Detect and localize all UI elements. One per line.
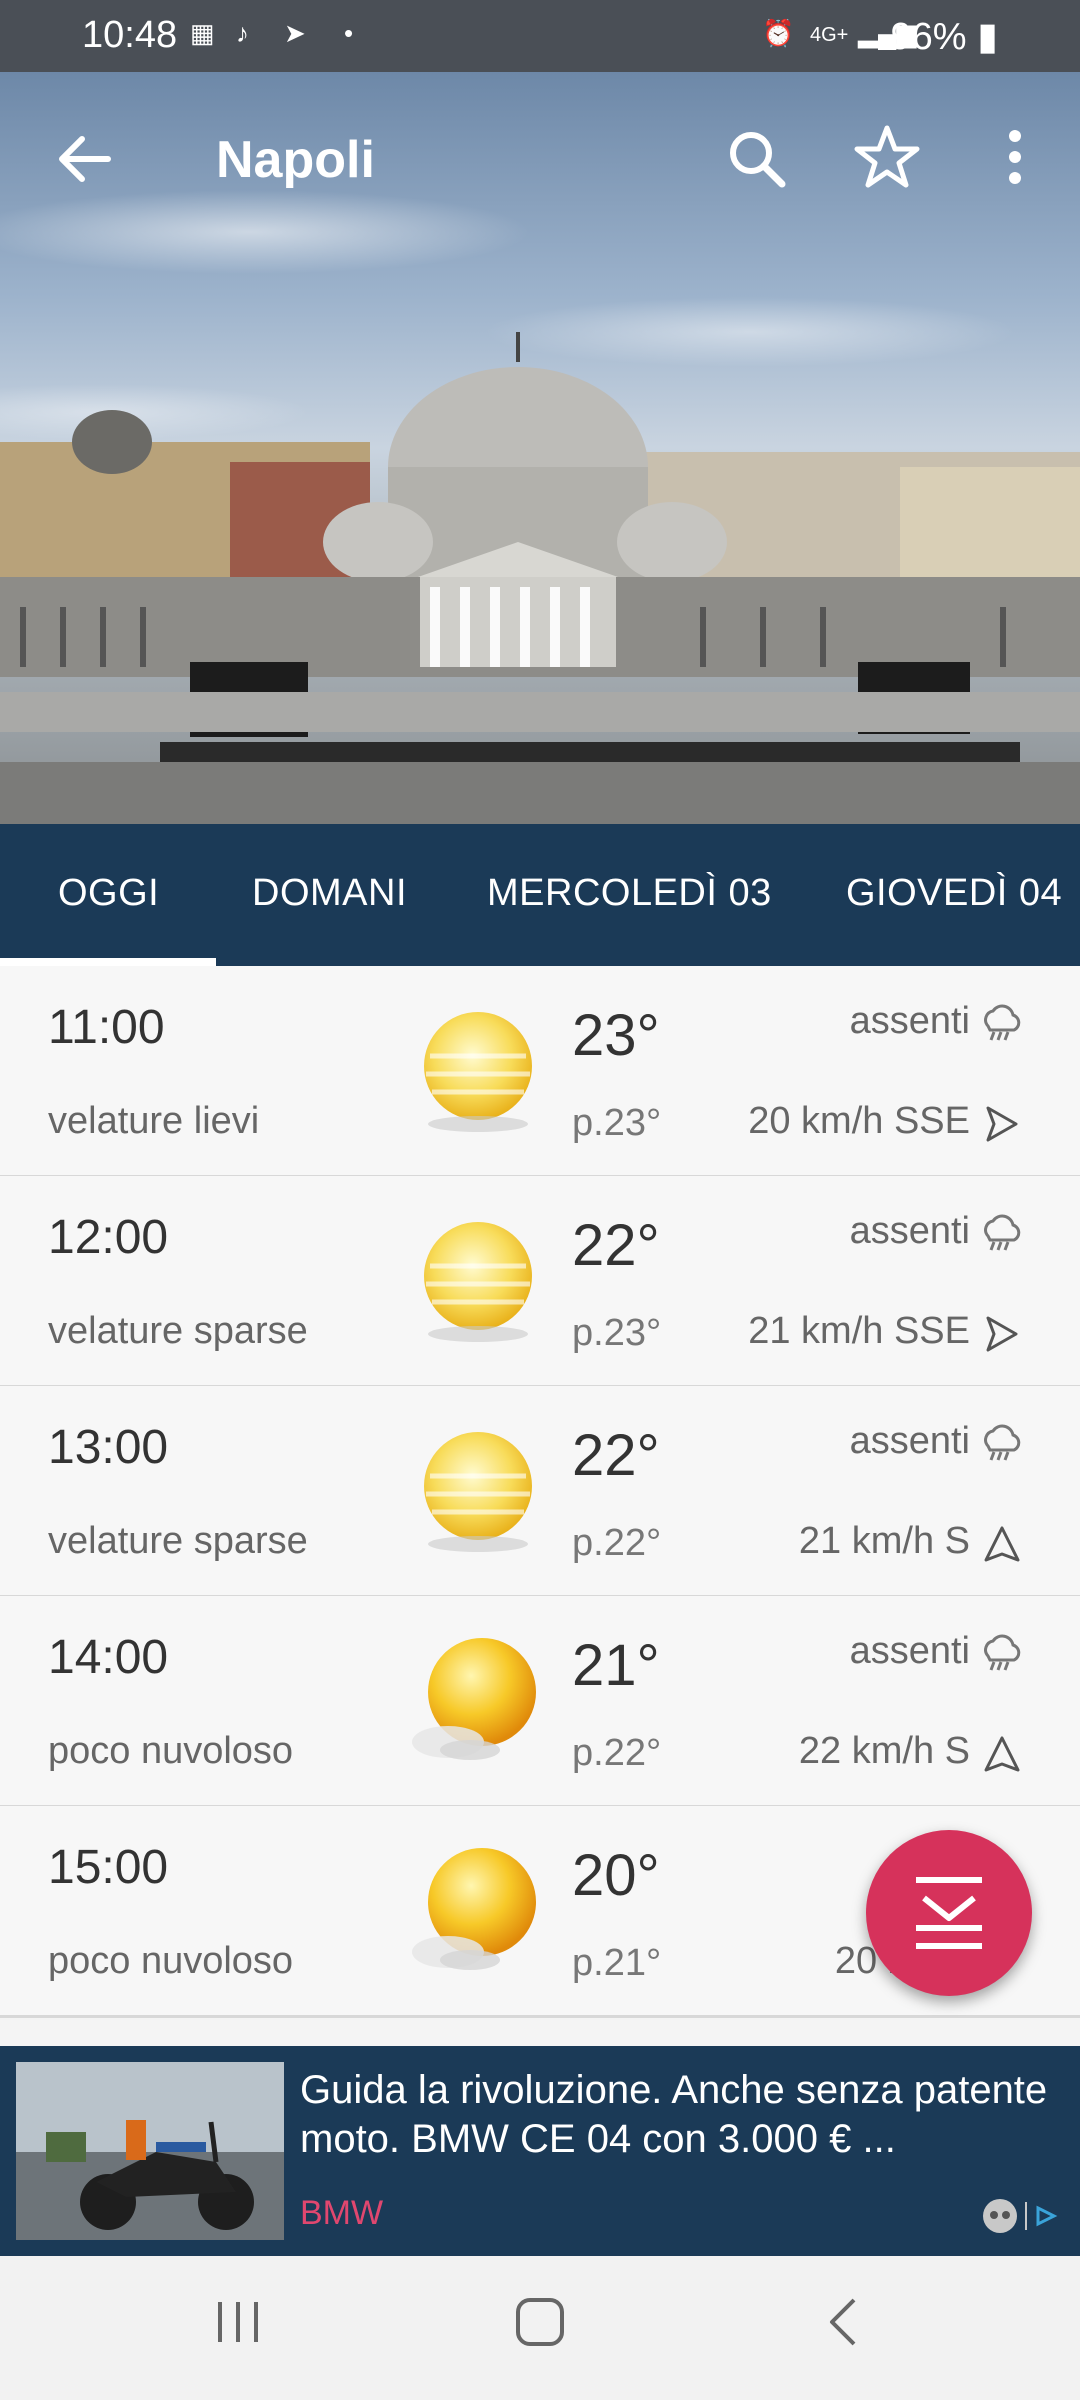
home-icon[interactable] xyxy=(514,2296,566,2348)
wind-direction-icon xyxy=(986,1106,1018,1142)
top-app-bar: Napoli xyxy=(0,72,1080,242)
tab-giovedi[interactable]: GIOVEDÌ 04 xyxy=(846,872,1062,915)
alarm-icon: ⏰ xyxy=(762,18,795,48)
rain-cloud-icon xyxy=(984,1634,1021,1671)
tab-oggi[interactable]: OGGI xyxy=(58,872,159,915)
ad-brand[interactable]: BMW xyxy=(300,2194,383,2233)
forecast-temperature: 20° xyxy=(572,1843,660,1908)
forecast-description: velature sparse xyxy=(48,1310,308,1352)
favorite-button[interactable] xyxy=(852,122,922,192)
forecast-row[interactable]: 13:00 velature sparse 22° p.22° assenti … xyxy=(0,1386,1080,1598)
forecast-temperature: 21° xyxy=(572,1633,660,1698)
forecast-wind: 21 km/h S xyxy=(798,1520,970,1562)
tiktok-icon: ♪ xyxy=(236,18,249,48)
page-title: Napoli xyxy=(216,131,375,189)
tab-selected-indicator xyxy=(0,958,216,966)
back-arrow-icon xyxy=(59,136,111,182)
wind-direction-icon xyxy=(984,1526,1020,1562)
sun-haze-icon xyxy=(424,1432,532,1552)
forecast-perceived: p.23° xyxy=(572,1102,662,1144)
temu-icon: ▦ xyxy=(190,18,215,48)
wind-direction-icon xyxy=(984,1736,1020,1772)
rain-cloud-icon xyxy=(984,1424,1021,1461)
search-icon xyxy=(730,132,786,188)
ad-choices-icon[interactable] xyxy=(982,2196,1062,2236)
forecast-perceived: p.22° xyxy=(572,1732,662,1774)
sun-cloud-icon xyxy=(412,1638,536,1760)
recent-apps-icon[interactable] xyxy=(212,2296,264,2348)
star-icon xyxy=(854,125,920,188)
forecast-temperature: 22° xyxy=(572,1213,660,1278)
tab-mercoledi[interactable]: MERCOLEDÌ 03 xyxy=(487,872,772,915)
forecast-perceived: p.22° xyxy=(572,1522,662,1564)
forecast-time: 12:00 xyxy=(48,1211,169,1264)
forecast-row[interactable]: 12:00 velature sparse 22° p.23° assenti … xyxy=(0,1176,1080,1388)
forecast-wind: 21 km/h SSE xyxy=(748,1310,970,1352)
day-tabs: OGGI DOMANI MERCOLEDÌ 03 GIOVEDÌ 04 xyxy=(0,824,1080,966)
status-time: 10:48 xyxy=(82,14,178,56)
telegram-icon: ➤ xyxy=(284,18,306,48)
ad-image[interactable] xyxy=(16,2062,284,2240)
battery-level: 96% ▮ xyxy=(890,16,998,58)
forecast-temperature: 22° xyxy=(572,1423,660,1488)
forecast-row[interactable]: 11:00 velature lievi 23° p.23° assenti 2… xyxy=(0,966,1080,1178)
back-nav-icon[interactable] xyxy=(818,2296,870,2348)
sun-haze-icon xyxy=(424,1222,532,1342)
forecast-wind: 20 km/h SSE xyxy=(748,1100,970,1142)
forecast-description: velature sparse xyxy=(48,1520,308,1562)
tab-domani[interactable]: DOMANI xyxy=(252,872,407,915)
forecast-perceived: p.21° xyxy=(572,1942,662,1984)
forecast-description: poco nuvoloso xyxy=(48,1940,294,1982)
forecast-perceived: p.23° xyxy=(572,1312,662,1354)
sun-cloud-icon xyxy=(412,1848,536,1970)
forecast-description: velature lievi xyxy=(48,1100,260,1142)
forecast-precipitation: assenti xyxy=(849,1630,970,1672)
notification-dot-icon: • xyxy=(344,18,354,48)
status-bar: 10:48 ▦ ♪ ➤ • ⏰ 4G+ ▂▄▆ 96% ▮ xyxy=(0,0,1080,72)
ad-headline[interactable]: Guida la rivoluzione. Anche senza patent… xyxy=(300,2066,1065,2164)
search-button[interactable] xyxy=(722,124,792,194)
sun-haze-icon xyxy=(424,1012,532,1132)
system-nav-bar xyxy=(0,2256,1080,2400)
forecast-temperature: 23° xyxy=(572,1003,660,1068)
forecast-description: poco nuvoloso xyxy=(48,1730,294,1772)
forecast-precipitation: assenti xyxy=(849,1000,970,1042)
forecast-wind: 22 km/h S xyxy=(798,1730,970,1772)
scooter-image xyxy=(16,2062,284,2240)
expand-all-button[interactable] xyxy=(866,1830,1032,1996)
network-type: 4G+ xyxy=(810,24,849,46)
forecast-time: 14:00 xyxy=(48,1631,169,1684)
expand-icon xyxy=(916,1877,982,1949)
rain-cloud-icon xyxy=(984,1004,1021,1041)
forecast-precipitation: assenti xyxy=(849,1420,970,1462)
forecast-row[interactable]: 14:00 poco nuvoloso 21° p.22° assenti 22… xyxy=(0,1596,1080,1808)
ad-banner[interactable]: Guida la rivoluzione. Anche senza patent… xyxy=(0,2046,1080,2256)
more-vert-icon xyxy=(1009,130,1021,184)
forecast-time: 11:00 xyxy=(48,1001,165,1054)
rain-cloud-icon xyxy=(984,1214,1021,1251)
forecast-time: 15:00 xyxy=(48,1841,169,1894)
wind-direction-icon xyxy=(986,1316,1018,1352)
forecast-precipitation: assenti xyxy=(849,1210,970,1252)
back-button[interactable] xyxy=(50,124,120,194)
forecast-time: 13:00 xyxy=(48,1421,169,1474)
more-options-button[interactable] xyxy=(985,122,1045,192)
